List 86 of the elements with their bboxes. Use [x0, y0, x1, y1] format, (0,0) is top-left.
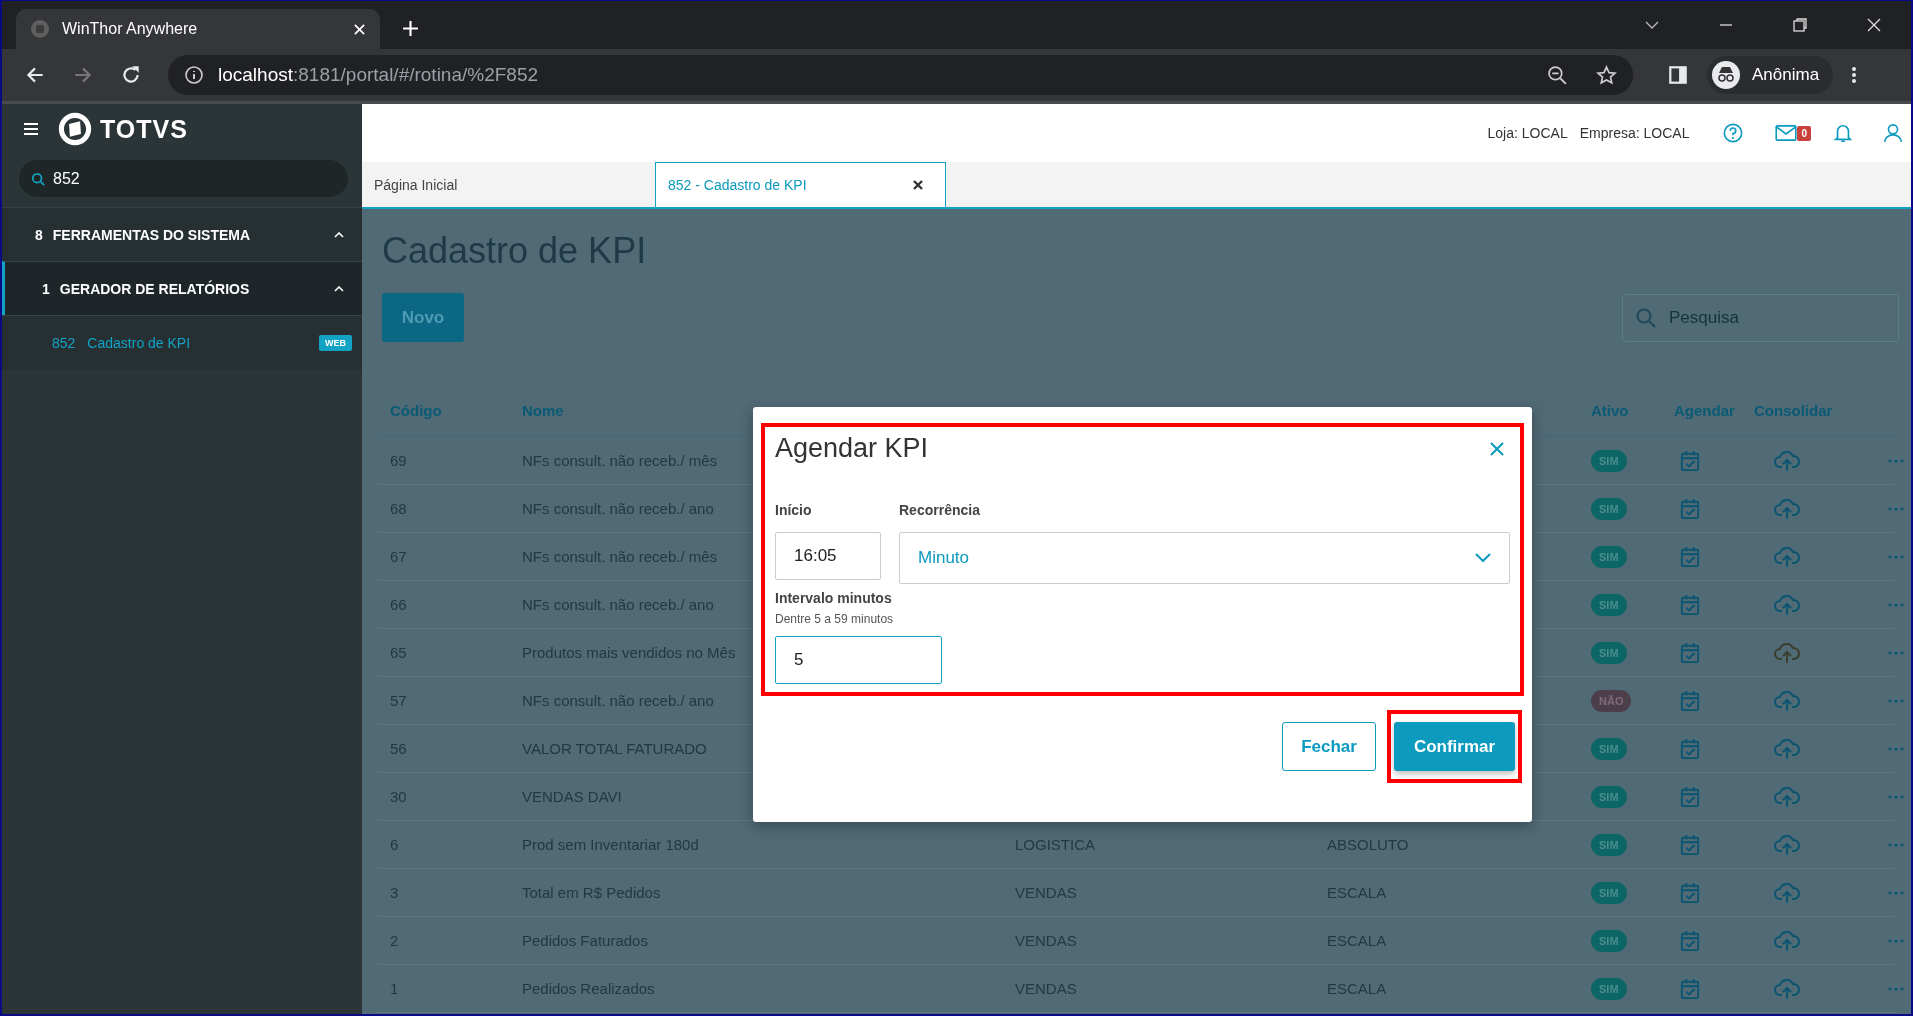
- calendar-check-icon[interactable]: [1680, 929, 1700, 952]
- logo-icon: [58, 112, 92, 146]
- browser-tab-title: WinThor Anywhere: [62, 20, 199, 38]
- dialog-title: Agendar KPI: [775, 433, 929, 464]
- time-field[interactable]: 16:05: [775, 532, 881, 580]
- profile-button[interactable]: Anônima: [1707, 56, 1834, 94]
- search-icon: [1636, 307, 1656, 328]
- menu-icon[interactable]: [24, 123, 38, 135]
- cloud-upload-icon[interactable]: [1774, 785, 1800, 808]
- menu-item[interactable]: 852 Cadastro de KPI WEB: [2, 315, 362, 370]
- field-label: Recorrência: [899, 502, 981, 518]
- site-icon: [30, 19, 50, 39]
- cloud-upload-icon[interactable]: [1774, 449, 1800, 472]
- mail-icon[interactable]: [1775, 125, 1798, 141]
- incognito-icon: [1712, 61, 1740, 89]
- calendar-check-icon[interactable]: [1680, 641, 1700, 664]
- calendar-check-icon[interactable]: [1680, 593, 1700, 616]
- status-badge: SIM: [1591, 497, 1627, 520]
- brand-name: TOTVS: [100, 114, 188, 144]
- interval-field[interactable]: 5: [775, 636, 942, 684]
- cloud-upload-icon[interactable]: [1774, 929, 1800, 952]
- status-badge: SIM: [1591, 977, 1627, 1000]
- column-header: Agendar: [1674, 401, 1735, 419]
- status-badge: SIM: [1591, 737, 1627, 760]
- url-path: :8181/portal/#/rotina/%2F852: [293, 64, 539, 86]
- status-badge: SIM: [1591, 593, 1627, 616]
- chevron-down-icon: [1475, 553, 1491, 563]
- column-header: Código: [390, 401, 442, 419]
- bell-icon[interactable]: [1833, 123, 1853, 143]
- zoom-out-icon[interactable]: [1547, 64, 1568, 86]
- side-panel-icon[interactable]: [1667, 64, 1689, 86]
- status-badge: SIM: [1591, 881, 1627, 904]
- address-bar[interactable]: localhost:8181/portal/#/rotina/%2F852: [168, 55, 1633, 95]
- column-header: Ativo: [1591, 401, 1629, 419]
- cloud-upload-icon[interactable]: [1774, 689, 1800, 712]
- calendar-check-icon[interactable]: [1680, 449, 1700, 472]
- cloud-upload-icon[interactable]: [1774, 497, 1800, 520]
- status-badge: SIM: [1591, 833, 1627, 856]
- caret-icon: [334, 231, 344, 238]
- more-icon[interactable]: [1851, 65, 1858, 85]
- calendar-check-icon[interactable]: [1680, 833, 1700, 856]
- info-icon: [184, 65, 204, 85]
- close-icon[interactable]: [913, 180, 923, 190]
- cloud-upload-icon[interactable]: [1774, 881, 1800, 904]
- status-badge: SIM: [1591, 545, 1627, 568]
- calendar-check-icon[interactable]: [1680, 497, 1700, 520]
- calendar-check-icon[interactable]: [1680, 881, 1700, 904]
- cloud-upload-icon[interactable]: [1774, 833, 1800, 856]
- page-tab[interactable]: Página Inicial: [362, 162, 655, 207]
- field-hint: Dentre 5 a 59 minutos: [775, 612, 895, 626]
- menu-search-field[interactable]: 852: [19, 160, 348, 197]
- help-icon[interactable]: [1723, 123, 1744, 143]
- caret-icon: [334, 285, 344, 292]
- status-badge: SIM: [1591, 929, 1627, 952]
- cloud-upload-icon[interactable]: [1774, 641, 1800, 664]
- search-icon: [31, 172, 45, 186]
- mail-count-badge: 0: [1797, 125, 1811, 141]
- star-icon[interactable]: [1596, 64, 1617, 86]
- column-header: Nome: [522, 401, 564, 419]
- status-badge: SIM: [1591, 785, 1627, 808]
- company-label: Empresa: LOCAL: [1579, 125, 1690, 141]
- cloud-upload-icon[interactable]: [1774, 593, 1800, 616]
- cloud-upload-icon[interactable]: [1774, 977, 1800, 1000]
- status-badge: SIM: [1591, 449, 1627, 472]
- status-badge: SIM: [1591, 641, 1627, 664]
- calendar-check-icon[interactable]: [1680, 545, 1700, 568]
- menu-group[interactable]: 1 GERADOR DE RELATÓRIOS: [2, 261, 362, 315]
- reload-icon[interactable]: [120, 64, 142, 86]
- url-host: localhost: [218, 64, 293, 86]
- store-label: Loja: LOCAL: [1487, 125, 1568, 141]
- field-label: Intervalo minutos: [775, 590, 893, 606]
- column-header: Consolidar: [1754, 401, 1833, 419]
- field-label: Início: [775, 502, 813, 518]
- cloud-upload-icon[interactable]: [1774, 737, 1800, 760]
- browser-tab[interactable]: WinThor Anywhere: [16, 9, 380, 49]
- user-icon[interactable]: [1883, 123, 1903, 143]
- cloud-upload-icon[interactable]: [1774, 545, 1800, 568]
- calendar-check-icon[interactable]: [1680, 737, 1700, 760]
- web-badge: WEB: [319, 335, 352, 351]
- menu-group[interactable]: 8 FERRAMENTAS DO SISTEMA: [2, 207, 362, 261]
- search-field[interactable]: Pesquisa: [1622, 293, 1899, 342]
- calendar-check-icon[interactable]: [1680, 977, 1700, 1000]
- calendar-check-icon[interactable]: [1680, 689, 1700, 712]
- calendar-check-icon[interactable]: [1680, 785, 1700, 808]
- new-tab-icon[interactable]: [402, 20, 419, 37]
- restore-icon[interactable]: [1792, 17, 1808, 33]
